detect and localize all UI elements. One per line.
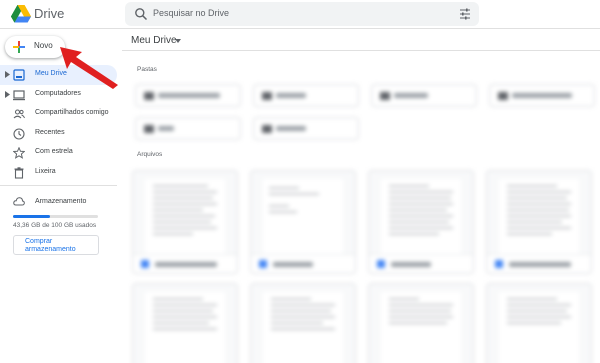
- file-name: [509, 262, 571, 267]
- folders-section-label: Pastas: [137, 66, 157, 73]
- folder-icon: [144, 92, 154, 100]
- file-card[interactable]: [132, 283, 238, 363]
- buy-storage-label: Comprar armazenamento: [25, 238, 76, 253]
- folder-icon: [498, 92, 508, 100]
- storage-row[interactable]: Armazenamento: [0, 195, 122, 209]
- folder-name: [158, 93, 220, 98]
- folder-tile[interactable]: [489, 84, 595, 107]
- folder-icon: [380, 92, 390, 100]
- files-section-label: Arquivos: [137, 151, 163, 158]
- cloud-icon: [13, 197, 25, 206]
- drive-app: Drive Pesquisar no Drive Novo Meu Drive …: [0, 0, 600, 363]
- file-meta: [369, 254, 473, 273]
- new-button[interactable]: Novo: [5, 36, 65, 58]
- file-thumbnail: [369, 284, 473, 363]
- storage-progress-bar: [13, 215, 98, 218]
- sidebar-item-label: Com estrela: [35, 148, 73, 156]
- my-drive-icon: [13, 69, 25, 81]
- file-card[interactable]: [486, 170, 592, 274]
- sidebar-item-label: Compartilhados comigo: [35, 109, 109, 117]
- file-thumbnail: [369, 171, 473, 254]
- sidebar-item-my-drive[interactable]: Meu Drive: [0, 65, 117, 85]
- page-title[interactable]: Meu Drive: [131, 35, 177, 46]
- folder-tile[interactable]: [135, 84, 241, 107]
- new-button-label: Novo: [34, 41, 53, 50]
- chevron-down-icon[interactable]: [175, 39, 181, 43]
- folder-tile[interactable]: [253, 117, 359, 140]
- file-card[interactable]: [132, 170, 238, 274]
- storage-progress-fill: [13, 215, 50, 218]
- storage-section: Armazenamento 43,36 GB de 100 GB usados …: [0, 195, 122, 255]
- sidebar-item-label: Computadores: [35, 89, 81, 97]
- file-card[interactable]: [486, 283, 592, 363]
- doc-icon: [259, 260, 267, 268]
- file-thumbnail: [251, 171, 355, 254]
- file-meta: [133, 254, 237, 273]
- doc-icon: [377, 260, 385, 268]
- shared-people-icon: [13, 109, 25, 119]
- doc-icon: [141, 260, 149, 268]
- star-icon: [13, 147, 25, 160]
- caret-right-icon[interactable]: [5, 90, 10, 98]
- title-row: Meu Drive: [122, 29, 600, 51]
- folder-name: [512, 93, 572, 98]
- file-thumbnail: [133, 284, 237, 363]
- file-card[interactable]: [368, 283, 474, 363]
- storage-usage-text: 43,36 GB de 100 GB usados: [13, 222, 97, 229]
- file-meta: [251, 254, 355, 273]
- sidebar-nav: Meu Drive Computadores Compartilhados co…: [0, 65, 122, 183]
- file-thumbnail: [133, 171, 237, 254]
- storage-label: Armazenamento: [35, 198, 87, 205]
- sidebar-divider: [0, 185, 117, 186]
- drive-logo-icon[interactable]: [11, 5, 31, 23]
- folder-icon: [262, 125, 272, 133]
- sidebar: Novo Meu Drive Computadores Compartilhad…: [0, 29, 122, 363]
- sidebar-item-trash[interactable]: Lixeira: [0, 163, 117, 183]
- plus-icon: [13, 41, 25, 53]
- brand-name: Drive: [34, 6, 65, 21]
- folder-icon: [144, 125, 154, 133]
- search-input[interactable]: Pesquisar no Drive: [153, 8, 229, 18]
- sidebar-item-starred[interactable]: Com estrela: [0, 143, 117, 163]
- folder-tile[interactable]: [135, 117, 241, 140]
- sidebar-item-label: Recentes: [35, 128, 65, 136]
- search-options-icon[interactable]: [459, 8, 471, 20]
- folder-name: [394, 93, 428, 98]
- sidebar-item-label: Meu Drive: [35, 70, 67, 77]
- trash-icon: [14, 167, 24, 179]
- search-bar[interactable]: Pesquisar no Drive: [125, 2, 479, 26]
- file-name: [273, 262, 313, 267]
- file-thumbnail: [487, 171, 591, 254]
- folder-name: [276, 93, 306, 98]
- top-bar: Drive Pesquisar no Drive: [0, 0, 600, 29]
- file-meta: [487, 254, 591, 273]
- caret-right-icon[interactable]: [5, 71, 10, 78]
- doc-icon: [495, 260, 503, 268]
- file-name: [391, 262, 431, 267]
- sidebar-item-recent[interactable]: Recentes: [0, 124, 117, 144]
- file-thumbnail: [251, 284, 355, 363]
- file-card[interactable]: [250, 283, 356, 363]
- file-card[interactable]: [250, 170, 356, 274]
- folder-name: [158, 126, 174, 131]
- file-thumbnail: [487, 284, 591, 363]
- folder-tile[interactable]: [253, 84, 359, 107]
- folder-tile[interactable]: [371, 84, 477, 107]
- sidebar-item-computers[interactable]: Computadores: [0, 85, 117, 105]
- main-content: Meu Drive Pastas Arquivos: [122, 29, 600, 363]
- sidebar-item-shared-with-me[interactable]: Compartilhados comigo: [0, 104, 117, 124]
- folder-icon: [262, 92, 272, 100]
- search-icon[interactable]: [134, 7, 148, 21]
- buy-storage-button[interactable]: Comprar armazenamento: [13, 235, 99, 255]
- file-name: [155, 262, 217, 267]
- sidebar-item-label: Lixeira: [35, 167, 56, 175]
- clock-icon: [13, 128, 25, 140]
- file-card[interactable]: [368, 170, 474, 274]
- folder-name: [276, 126, 306, 131]
- computer-icon: [13, 89, 25, 100]
